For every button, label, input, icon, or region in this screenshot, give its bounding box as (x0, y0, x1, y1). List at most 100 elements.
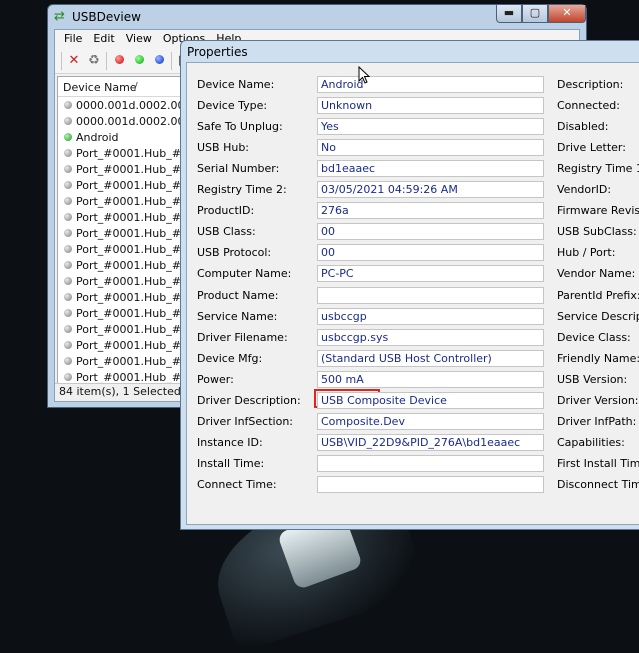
toolbar-separator (61, 52, 62, 70)
property-value-field[interactable]: 00 (317, 223, 544, 240)
list-item[interactable]: Port_#0001.Hub_#0004 (58, 209, 185, 225)
menu-edit[interactable]: Edit (88, 30, 120, 48)
green-dot-icon[interactable] (130, 52, 148, 70)
list-item-label: Port_#0001.Hub_#0004 (76, 258, 185, 272)
property-value-field[interactable]: Unknown (317, 97, 544, 114)
properties-client-area: Device Name: Android Device Type: Unknown Sa… (186, 62, 639, 525)
property-value-field[interactable]: 276a (317, 202, 544, 219)
property-value-field[interactable]: USB\VID_22D9&PID_276A\bd1eaaec (317, 434, 544, 451)
device-list[interactable]: Device Name / 0000.001d.0002.002.00...00… (57, 76, 186, 390)
disconnected-status-icon (64, 261, 72, 269)
device-list-rows: 0000.001d.0002.002.00... 0000.001d.0002.0… (58, 97, 185, 385)
list-item-label: Port_#0001.Hub_#0004 (76, 338, 185, 352)
property-value-field[interactable]: USB Composite Device (317, 392, 544, 409)
disconnected-status-icon (64, 101, 72, 109)
property-label: Device Mfg: (197, 352, 263, 365)
uninstall-icon[interactable]: ♻ (85, 52, 103, 70)
property-value-field[interactable]: usbccgp (317, 308, 544, 325)
property-label-right: Disconnect Tim (557, 478, 639, 491)
list-item[interactable]: Port_#0001.Hub_#0001 (58, 193, 185, 209)
property-label-right: Connected: (557, 99, 620, 112)
list-item[interactable]: Port_#0001.Hub_#0001 (58, 145, 185, 161)
list-item-label: Port_#0001.Hub_#0004 (76, 226, 185, 240)
property-label: Product Name: (197, 289, 279, 302)
minimize-button[interactable]: ▬ (496, 5, 522, 23)
disconnected-status-icon (64, 325, 72, 333)
device-list-header: Device Name / (58, 77, 185, 97)
list-item[interactable]: 0000.001d.0002.002.00... (58, 113, 185, 129)
property-value-field[interactable]: bd1eaaec (317, 160, 544, 177)
list-item[interactable]: Port_#0001.Hub_#0004 (58, 305, 185, 321)
list-item[interactable]: 0000.001d.0002.002.00... (58, 97, 185, 113)
property-value-field[interactable]: Yes (317, 118, 544, 135)
list-item[interactable]: Android (58, 129, 185, 145)
column-device-name[interactable]: Device Name (63, 81, 137, 94)
list-item-label: Port_#0001.Hub_#0001 (76, 194, 185, 208)
blue-dot-icon[interactable] (150, 52, 168, 70)
list-item-label: Port_#0001.Hub_#0004 (76, 322, 185, 336)
property-label-right: ParentId Prefix: (557, 289, 639, 302)
close-button[interactable]: ✕ (548, 5, 586, 23)
menu-file[interactable]: File (59, 30, 88, 48)
property-label: Power: (197, 373, 234, 386)
list-item[interactable]: Port_#0001.Hub_#0004 (58, 289, 185, 305)
list-item[interactable]: Port_#0001.Hub_#0004 (58, 257, 185, 273)
list-item-label: Port_#0001.Hub_#0004 (76, 354, 185, 368)
property-value-field[interactable]: PC-PC (317, 265, 544, 282)
main-title-bar[interactable]: ⇄ USBDeview ▬ ▢ ✕ (48, 5, 586, 29)
property-label-right: Drive Letter: (557, 141, 626, 154)
property-label-right: Vendor Name: (557, 267, 636, 280)
property-label-right: First Install Tim (557, 457, 639, 470)
disconnected-status-icon (64, 373, 72, 381)
property-label: Driver Description: (197, 394, 301, 407)
property-value-field[interactable] (317, 287, 544, 304)
disconnected-status-icon (64, 197, 72, 205)
property-value-field[interactable]: 00 (317, 244, 544, 261)
list-item[interactable]: Port_#0001.Hub_#0001 (58, 177, 185, 193)
property-label: Safe To Unplug: (197, 120, 283, 133)
property-label-right: USB Version: (557, 373, 628, 386)
property-value-field[interactable] (317, 455, 544, 472)
property-label-right: Driver InfPath: (557, 415, 637, 428)
list-item-label: Port_#0001.Hub_#0001 (76, 178, 185, 192)
disconnected-status-icon (64, 117, 72, 125)
property-value-field[interactable]: usbccgp.sys (317, 329, 544, 346)
property-value-field[interactable]: Android (317, 76, 544, 93)
property-value-field[interactable] (317, 476, 544, 493)
property-value-field[interactable]: 500 mA (317, 371, 544, 388)
property-label: Connect Time: (197, 478, 277, 491)
toolbar-separator (171, 52, 172, 70)
property-value-field[interactable]: No (317, 139, 544, 156)
list-item[interactable]: Port_#0001.Hub_#0001 (58, 161, 185, 177)
property-label: Computer Name: (197, 267, 292, 280)
delete-icon[interactable]: ✕ (65, 52, 83, 70)
property-label: Device Type: (197, 99, 268, 112)
list-item[interactable]: Port_#0001.Hub_#0004 (58, 241, 185, 257)
list-item[interactable]: Port_#0001.Hub_#0004 (58, 337, 185, 353)
list-item-label: Port_#0001.Hub_#0001 (76, 162, 185, 176)
maximize-button[interactable]: ▢ (522, 5, 548, 23)
property-label-right: Driver Version: (557, 394, 639, 407)
property-value-field[interactable]: (Standard USB Host Controller) (317, 350, 544, 367)
disconnected-status-icon (64, 277, 72, 285)
property-label: Registry Time 2: (197, 183, 287, 196)
list-item[interactable]: Port_#0001.Hub_#0004 (58, 321, 185, 337)
property-label-right: Friendly Name: (557, 352, 639, 365)
list-item[interactable]: Port_#0001.Hub_#0004 (58, 353, 185, 369)
disconnected-status-icon (64, 149, 72, 157)
property-label-right: Registry Time 1 (557, 162, 639, 175)
sort-indicator: / (134, 80, 138, 93)
list-item-label: 0000.001d.0002.002.00... (76, 114, 185, 128)
disconnected-status-icon (64, 293, 72, 301)
menu-view[interactable]: View (121, 30, 158, 48)
connected-status-icon (64, 133, 72, 141)
list-item-label: Android (76, 130, 119, 144)
property-label: Install Time: (197, 457, 265, 470)
property-value-field[interactable]: 03/05/2021 04:59:26 AM (317, 181, 544, 198)
list-item-label: Port_#0001.Hub_#0004 (76, 274, 185, 288)
property-label: Device Name: (197, 78, 275, 91)
property-value-field[interactable]: Composite.Dev (317, 413, 544, 430)
list-item[interactable]: Port_#0001.Hub_#0004 (58, 225, 185, 241)
red-dot-icon[interactable] (110, 52, 128, 70)
list-item[interactable]: Port_#0001.Hub_#0004 (58, 273, 185, 289)
